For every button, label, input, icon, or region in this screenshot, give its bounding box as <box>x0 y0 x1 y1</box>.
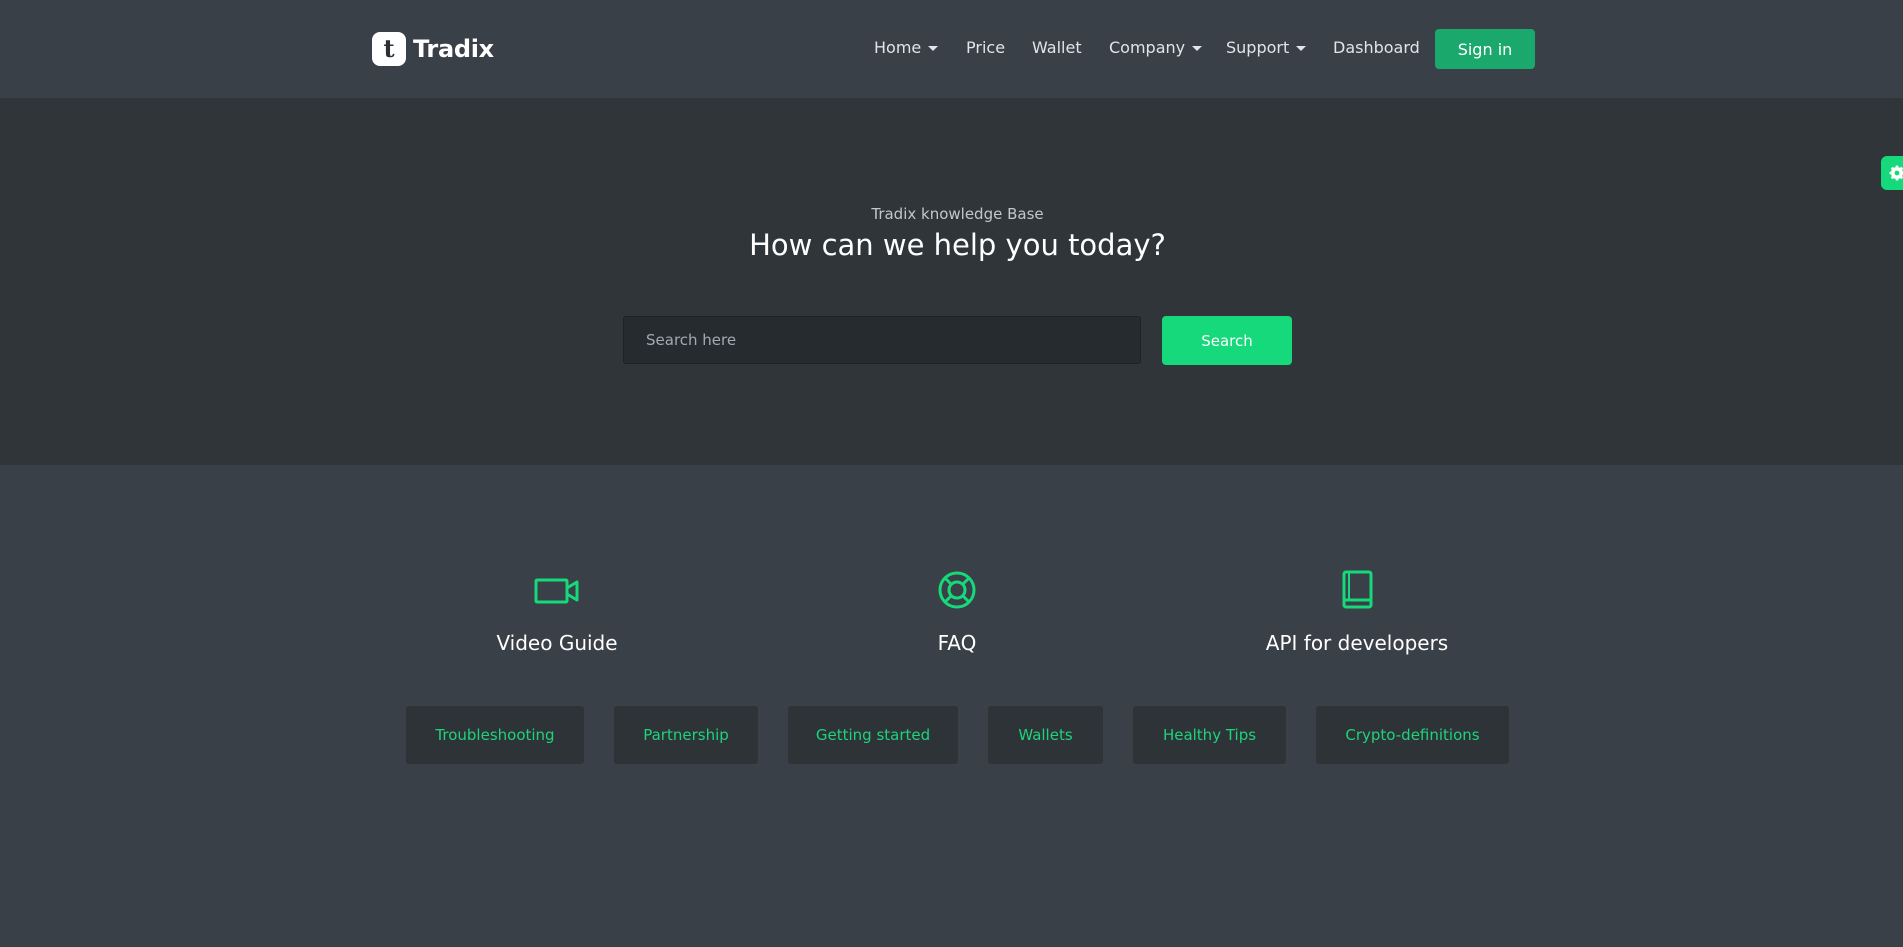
sign-in-button[interactable]: Sign in <box>1435 29 1535 69</box>
tag-crypto-definitions[interactable]: Crypto-definitions <box>1316 706 1509 764</box>
tag-partnership[interactable]: Partnership <box>614 706 758 764</box>
tag-getting-started[interactable]: Getting started <box>788 706 958 764</box>
caret-down-icon <box>1296 45 1307 51</box>
nav-item-label: Dashboard <box>1333 38 1420 57</box>
nav-item-home[interactable]: Home <box>874 38 939 57</box>
hero-title: How can we help you today? <box>749 228 1166 262</box>
tag-healthy-tips[interactable]: Healthy Tips <box>1133 706 1286 764</box>
nav-item-label: Company <box>1109 38 1186 57</box>
search-button[interactable]: Search <box>1162 316 1292 365</box>
nav-item-wallet[interactable]: Wallet <box>1032 38 1082 57</box>
site-header: t Tradix Home Price Wallet Company Suppo… <box>0 0 1903 98</box>
caret-down-icon <box>928 45 939 51</box>
search-input[interactable] <box>623 316 1141 364</box>
brand-logo[interactable]: t Tradix <box>372 31 494 66</box>
tag-wallets[interactable]: Wallets <box>988 706 1103 764</box>
nav-item-label: Price <box>966 38 1006 57</box>
nav-item-label: Wallet <box>1032 38 1082 57</box>
gear-icon <box>1889 165 1903 181</box>
hero-section <box>0 98 1903 465</box>
feature-video-guide[interactable]: Video Guide <box>407 568 707 655</box>
feature-title: FAQ <box>937 631 977 655</box>
nav-item-dashboard[interactable]: Dashboard <box>1333 38 1420 57</box>
nav-item-company[interactable]: Company <box>1109 38 1203 57</box>
hero-subtitle: Tradix knowledge Base <box>871 205 1044 223</box>
nav-item-label: Support <box>1226 38 1290 57</box>
nav-item-label: Home <box>874 38 922 57</box>
feature-faq[interactable]: FAQ <box>807 568 1107 655</box>
brand-name: Tradix <box>413 34 494 63</box>
caret-down-icon <box>1192 45 1203 51</box>
feature-api[interactable]: API for developers <box>1207 568 1507 655</box>
feature-title: API for developers <box>1265 631 1449 655</box>
tag-troubleshooting[interactable]: Troubleshooting <box>406 706 584 764</box>
logo-mark-icon: t <box>372 31 406 66</box>
feature-title: Video Guide <box>496 631 618 655</box>
life-ring-icon <box>938 571 976 609</box>
video-camera-icon <box>534 578 579 604</box>
book-icon <box>1342 570 1373 609</box>
settings-toggle[interactable] <box>1881 156 1903 190</box>
nav-item-price[interactable]: Price <box>966 38 1005 57</box>
nav-item-support[interactable]: Support <box>1226 38 1307 57</box>
